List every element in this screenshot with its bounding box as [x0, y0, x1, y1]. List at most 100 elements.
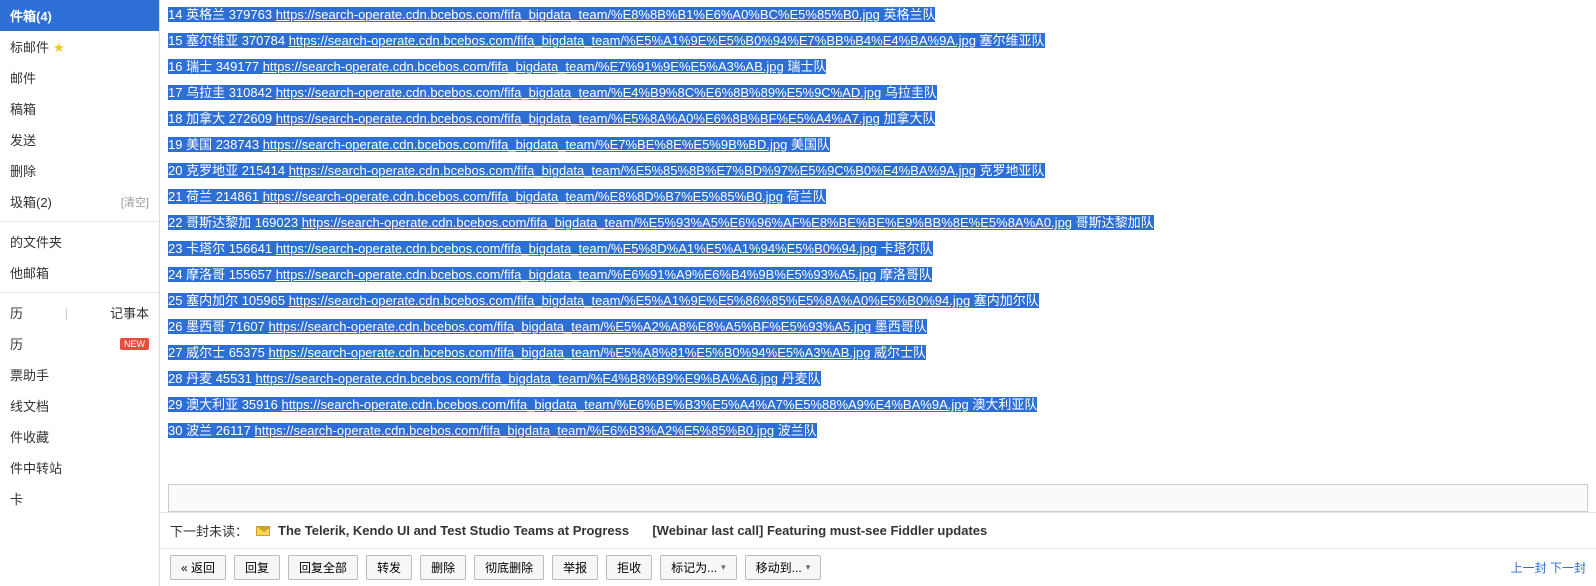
reject-button[interactable]: 拒收 — [606, 555, 652, 580]
sidebar-item[interactable]: 邮件 — [0, 62, 159, 93]
delete-perm-button[interactable]: 彻底删除 — [474, 555, 544, 580]
row-url-link[interactable]: https://search-operate.cdn.bcebos.com/fi… — [255, 423, 775, 438]
row-name: 英格兰 — [186, 7, 229, 22]
next-subject-title[interactable]: [Webinar last call] Featuring must-see F… — [652, 523, 987, 538]
sidebar-item[interactable]: 票助手 — [0, 359, 159, 390]
sidebar-item-label: 历 — [10, 334, 23, 353]
sidebar-item[interactable]: 稿箱 — [0, 93, 159, 124]
row-name: 乌拉圭 — [186, 85, 229, 100]
forward-button[interactable]: 转发 — [366, 555, 412, 580]
row-team: 塞内加尔队 — [970, 293, 1039, 308]
move-to-select[interactable]: 移动到...▾ — [745, 555, 822, 580]
sidebar-item[interactable]: 件中转站 — [0, 452, 159, 483]
sidebar-item[interactable]: 标邮件★ — [0, 31, 159, 62]
sidebar-item[interactable]: 删除 — [0, 155, 159, 186]
clear-link[interactable]: [清空] — [121, 194, 149, 210]
prev-mail-link[interactable]: 上一封 — [1511, 561, 1547, 575]
data-row: 29 澳大利亚 35916 https://search-operate.cdn… — [160, 392, 1596, 418]
sidebar-item[interactable]: 卡 — [0, 483, 159, 514]
row-url-link[interactable]: https://search-operate.cdn.bcebos.com/fi… — [255, 371, 777, 386]
back-button[interactable]: « 返回 — [170, 555, 226, 580]
sidebar-item[interactable]: 圾箱(2)[清空] — [0, 186, 159, 217]
sidebar-sub-b[interactable]: 记事本 — [110, 303, 149, 322]
sidebar-item-label: 稿箱 — [10, 99, 36, 118]
sidebar-item[interactable]: 的文件夹 — [0, 226, 159, 257]
row-name: 美国 — [186, 137, 216, 152]
sidebar-item[interactable]: 历|记事本 — [0, 297, 159, 328]
selected-text[interactable]: 29 澳大利亚 35916 https://search-operate.cdn… — [168, 397, 1037, 412]
selected-text[interactable]: 16 瑞士 349177 https://search-operate.cdn.… — [168, 59, 826, 74]
row-url-link[interactable]: https://search-operate.cdn.bcebos.com/fi… — [276, 85, 882, 100]
row-team: 墨西哥队 — [871, 319, 927, 334]
row-url-link[interactable]: https://search-operate.cdn.bcebos.com/fi… — [276, 7, 880, 22]
selected-text[interactable]: 18 加拿大 272609 https://search-operate.cdn… — [168, 111, 935, 126]
selected-text[interactable]: 24 摩洛哥 155657 https://search-operate.cdn… — [168, 267, 932, 282]
selected-text[interactable]: 15 塞尔维亚 370784 https://search-operate.cd… — [168, 33, 1045, 48]
next-mail-link[interactable]: 下一封 — [1550, 561, 1586, 575]
row-value: 169023 — [255, 215, 302, 230]
sidebar-item-label: 件箱(4) — [10, 6, 52, 25]
selected-text[interactable]: 17 乌拉圭 310842 https://search-operate.cdn… — [168, 85, 937, 100]
row-url-link[interactable]: https://search-operate.cdn.bcebos.com/fi… — [276, 111, 880, 126]
row-value: 35916 — [242, 397, 282, 412]
selected-text[interactable]: 25 塞内加尔 105965 https://search-operate.cd… — [168, 293, 1039, 308]
sidebar-item-label: 邮件 — [10, 68, 36, 87]
next-subject-sender[interactable]: The Telerik, Kendo UI and Test Studio Te… — [278, 523, 629, 538]
row-value: 156641 — [229, 241, 276, 256]
reply-button[interactable]: 回复 — [234, 555, 280, 580]
selected-text[interactable]: 26 墨西哥 71607 https://search-operate.cdn.… — [168, 319, 927, 334]
reply-all-button[interactable]: 回复全部 — [288, 555, 358, 580]
row-value: 215414 — [242, 163, 289, 178]
row-url-link[interactable]: https://search-operate.cdn.bcebos.com/fi… — [268, 319, 871, 334]
sidebar: 件箱(4) 标邮件★ 邮件稿箱发送删除圾箱(2)[清空] 的文件夹他邮箱 历|记事本… — [0, 0, 160, 586]
delete-button[interactable]: 删除 — [420, 555, 466, 580]
row-url-link[interactable]: https://search-operate.cdn.bcebos.com/fi… — [263, 137, 788, 152]
row-url-link[interactable]: https://search-operate.cdn.bcebos.com/fi… — [289, 33, 976, 48]
quick-reply-input[interactable] — [168, 484, 1588, 512]
data-row: 23 卡塔尔 156641 https://search-operate.cdn… — [160, 236, 1596, 262]
row-url-link[interactable]: https://search-operate.cdn.bcebos.com/fi… — [263, 189, 783, 204]
row-url-link[interactable]: https://search-operate.cdn.bcebos.com/fi… — [289, 293, 970, 308]
row-url-link[interactable]: https://search-operate.cdn.bcebos.com/fi… — [302, 215, 1072, 230]
selected-text[interactable]: 19 美国 238743 https://search-operate.cdn.… — [168, 137, 830, 152]
row-team: 摩洛哥队 — [876, 267, 932, 282]
sidebar-item-label: 件收藏 — [10, 427, 49, 446]
sidebar-item[interactable]: 发送 — [0, 124, 159, 155]
sidebar-item[interactable]: 他邮箱 — [0, 257, 159, 288]
selected-text[interactable]: 21 荷兰 214861 https://search-operate.cdn.… — [168, 189, 826, 204]
mail-content[interactable]: 14 英格兰 379763 https://search-operate.cdn… — [160, 0, 1596, 478]
row-index: 28 — [168, 371, 186, 386]
sidebar-item[interactable]: 线文档 — [0, 390, 159, 421]
selected-text[interactable]: 28 丹麦 45531 https://search-operate.cdn.b… — [168, 371, 821, 386]
new-badge: NEW — [120, 338, 149, 350]
selected-text[interactable]: 23 卡塔尔 156641 https://search-operate.cdn… — [168, 241, 933, 256]
selected-text[interactable]: 14 英格兰 379763 https://search-operate.cdn… — [168, 7, 935, 22]
sidebar-item[interactable]: 件箱(4) — [0, 0, 159, 31]
sidebar-sub-a[interactable]: 历 — [10, 303, 23, 322]
row-value: 349177 — [216, 59, 263, 74]
row-url-link[interactable]: https://search-operate.cdn.bcebos.com/fi… — [281, 397, 968, 412]
row-team: 丹麦队 — [778, 371, 821, 386]
mark-as-select[interactable]: 标记为...▾ — [660, 555, 737, 580]
sidebar-item[interactable]: 历 NEW — [0, 328, 159, 359]
row-url-link[interactable]: https://search-operate.cdn.bcebos.com/fi… — [289, 163, 976, 178]
row-url-link[interactable]: https://search-operate.cdn.bcebos.com/fi… — [276, 241, 877, 256]
selected-text[interactable]: 22 哥斯达黎加 169023 https://search-operate.c… — [168, 215, 1154, 230]
row-value: 105965 — [242, 293, 289, 308]
sidebar-item[interactable]: 件收藏 — [0, 421, 159, 452]
row-team: 荷兰队 — [783, 189, 826, 204]
row-index: 30 — [168, 423, 186, 438]
row-index: 22 — [168, 215, 186, 230]
row-value: 155657 — [229, 267, 276, 282]
selected-text[interactable]: 30 波兰 26117 https://search-operate.cdn.b… — [168, 423, 817, 438]
row-url-link[interactable]: https://search-operate.cdn.bcebos.com/fi… — [263, 59, 784, 74]
selected-text[interactable]: 27 威尔士 65375 https://search-operate.cdn.… — [168, 345, 926, 360]
row-value: 65375 — [229, 345, 269, 360]
row-index: 14 — [168, 7, 186, 22]
row-url-link[interactable]: https://search-operate.cdn.bcebos.com/fi… — [268, 345, 870, 360]
report-button[interactable]: 举报 — [552, 555, 598, 580]
selected-text[interactable]: 20 克罗地亚 215414 https://search-operate.cd… — [168, 163, 1045, 178]
row-index: 27 — [168, 345, 186, 360]
row-name: 摩洛哥 — [186, 267, 229, 282]
row-url-link[interactable]: https://search-operate.cdn.bcebos.com/fi… — [276, 267, 877, 282]
